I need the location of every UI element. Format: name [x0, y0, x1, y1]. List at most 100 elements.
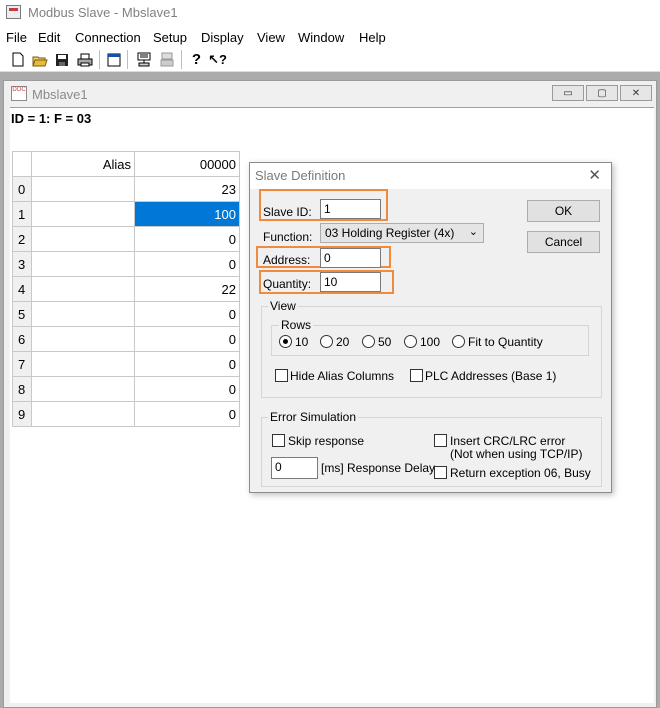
table-row: 0 23 — [12, 176, 240, 202]
table-row: 9 0 — [12, 401, 240, 427]
insert-crc-checkbox[interactable] — [434, 434, 447, 447]
row-number: 1 — [12, 201, 32, 227]
table-row: 6 0 — [12, 326, 240, 352]
rows-radio-20[interactable] — [320, 335, 333, 348]
menu-display[interactable]: Display — [201, 30, 244, 45]
response-delay-input[interactable]: 0 — [271, 457, 318, 479]
row-number: 0 — [12, 176, 32, 202]
value-cell-selected[interactable]: 100 — [134, 201, 240, 227]
row-number: 3 — [12, 251, 32, 277]
table-row: 2 0 — [12, 226, 240, 252]
hide-alias-checkbox[interactable] — [275, 369, 288, 382]
value-column-header[interactable]: 00000 — [134, 151, 240, 177]
menu-bar: File Edit Connection Setup Display View … — [0, 27, 660, 47]
row-number: 6 — [12, 326, 32, 352]
insert-crc-label: Insert CRC/LRC error — [450, 434, 566, 448]
plc-addresses-checkbox[interactable] — [410, 369, 423, 382]
table-row: 4 22 — [12, 276, 240, 302]
save-icon[interactable] — [53, 51, 70, 68]
return-exception-checkbox[interactable] — [434, 466, 447, 479]
address-input[interactable]: 0 — [320, 248, 381, 268]
slave-definition-icon[interactable] — [135, 51, 152, 68]
view-group-label: View — [268, 299, 298, 313]
app-title: Modbus Slave - Mbslave1 — [28, 5, 178, 20]
toolbar-separator — [127, 50, 128, 69]
row-number: 4 — [12, 276, 32, 302]
value-cell[interactable]: 0 — [134, 226, 240, 252]
toolbar-separator — [181, 50, 182, 69]
rows-radio-fit-to-quantity[interactable] — [452, 335, 465, 348]
display-icon[interactable] — [158, 51, 175, 68]
alias-cell[interactable] — [31, 251, 135, 277]
rows-option-label: 100 — [420, 335, 441, 349]
alias-cell[interactable] — [31, 376, 135, 402]
slave-id-input[interactable]: 1 — [320, 199, 381, 219]
menu-connection[interactable]: Connection — [75, 30, 141, 45]
skip-response-label: Skip response — [288, 434, 365, 448]
menu-help[interactable]: Help — [359, 30, 386, 45]
alias-cell[interactable] — [31, 401, 135, 427]
value-cell[interactable]: 0 — [134, 351, 240, 377]
value-cell[interactable]: 0 — [134, 376, 240, 402]
value-cell[interactable]: 0 — [134, 251, 240, 277]
open-icon[interactable] — [31, 51, 48, 68]
ok-button[interactable]: OK — [527, 200, 600, 222]
register-grid: Alias 00000 0 23 1 100 2 0 3 0 4 22 5 0 … — [12, 151, 240, 427]
rows-radio-100[interactable] — [404, 335, 417, 348]
slave-definition-dialog: Slave Definition ✕ Slave ID: 1 Function:… — [249, 162, 612, 493]
rows-radio-50[interactable] — [362, 335, 375, 348]
return-exception-label: Return exception 06, Busy — [450, 466, 591, 480]
value-cell[interactable]: 22 — [134, 276, 240, 302]
alias-cell[interactable] — [31, 176, 135, 202]
value-cell[interactable]: 0 — [134, 301, 240, 327]
row-number: 2 — [12, 226, 32, 252]
insert-crc-note: (Not when using TCP/IP) — [450, 447, 583, 461]
value-cell[interactable]: 23 — [134, 176, 240, 202]
alias-cell[interactable] — [31, 276, 135, 302]
menu-window[interactable]: Window — [298, 30, 344, 45]
skip-response-checkbox[interactable] — [272, 434, 285, 447]
context-help-icon[interactable]: ↖? — [208, 51, 227, 68]
slave-id-label: Slave ID: — [263, 205, 312, 219]
alias-cell[interactable] — [31, 301, 135, 327]
alias-cell[interactable] — [31, 326, 135, 352]
alias-column-header[interactable]: Alias — [31, 151, 135, 177]
minimize-button[interactable]: ▭ — [552, 85, 584, 101]
table-row: 7 0 — [12, 351, 240, 377]
rows-option-label: 10 — [295, 335, 309, 349]
close-icon[interactable]: ✕ — [588, 166, 601, 184]
value-cell[interactable]: 0 — [134, 401, 240, 427]
print-icon[interactable] — [76, 51, 93, 68]
plc-addresses-label: PLC Addresses (Base 1) — [425, 369, 557, 383]
grid-header-row: Alias 00000 — [12, 151, 240, 177]
table-row-selected: 1 100 — [12, 201, 240, 227]
menu-setup[interactable]: Setup — [153, 30, 187, 45]
alias-cell[interactable] — [31, 351, 135, 377]
restore-button[interactable]: ▢ — [586, 85, 618, 101]
hide-alias-label: Hide Alias Columns — [290, 369, 395, 383]
window-icon[interactable] — [105, 51, 122, 68]
new-icon[interactable] — [9, 51, 26, 68]
table-row: 5 0 — [12, 301, 240, 327]
function-select[interactable]: 03 Holding Register (4x) ⌄ — [320, 223, 484, 243]
cancel-button[interactable]: Cancel — [527, 231, 600, 253]
alias-cell[interactable] — [31, 226, 135, 252]
menu-view[interactable]: View — [257, 30, 285, 45]
row-number: 7 — [12, 351, 32, 377]
alias-cell[interactable] — [31, 201, 135, 227]
rows-group-label: Rows — [279, 318, 314, 332]
function-selected-value: 03 Holding Register (4x) — [325, 226, 455, 240]
quantity-input[interactable]: 10 — [320, 272, 381, 292]
row-number: 9 — [12, 401, 32, 427]
menu-edit[interactable]: Edit — [38, 30, 60, 45]
function-label: Function: — [263, 230, 313, 244]
app-title-bar: Modbus Slave - Mbslave1 — [0, 0, 660, 26]
rows-option-label: 20 — [336, 335, 350, 349]
close-button[interactable]: ✕ — [620, 85, 652, 101]
value-cell[interactable]: 0 — [134, 326, 240, 352]
help-icon[interactable]: ? — [188, 51, 205, 68]
status-text: ID = 1: F = 03 — [11, 111, 92, 126]
rows-radio-10[interactable] — [279, 335, 292, 348]
table-row: 3 0 — [12, 251, 240, 277]
menu-file[interactable]: File — [6, 30, 27, 45]
